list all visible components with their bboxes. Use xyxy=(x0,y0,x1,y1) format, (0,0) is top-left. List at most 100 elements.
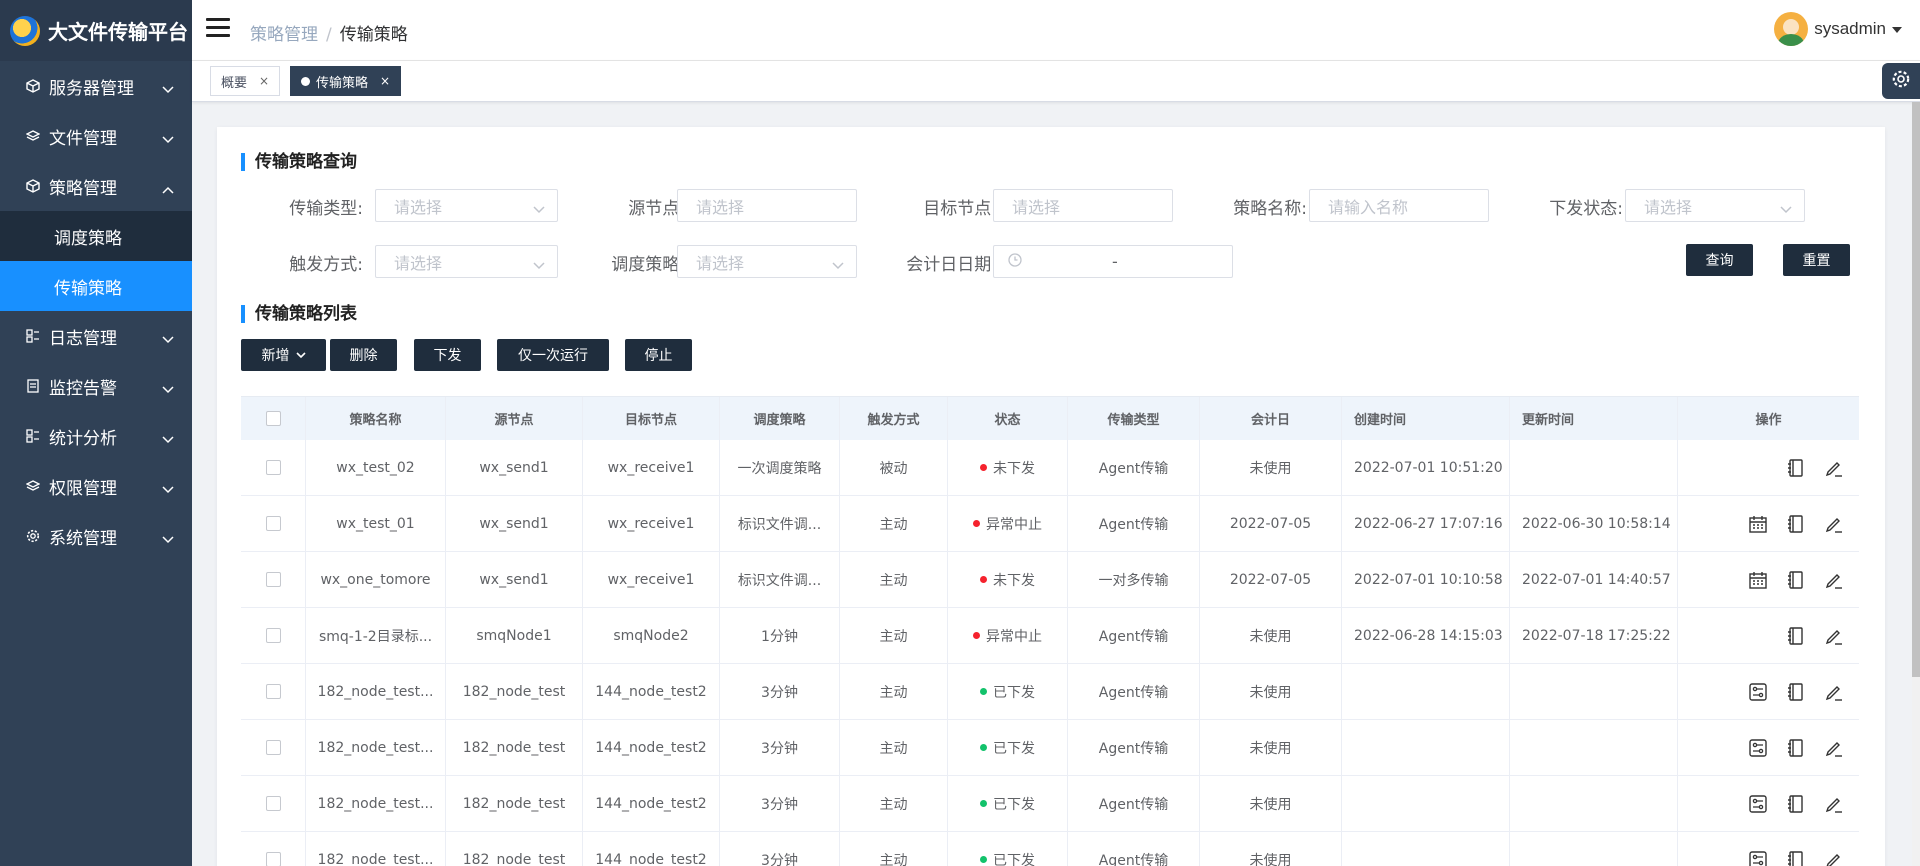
sidebar-item-monitor[interactable]: 监控告警 xyxy=(0,361,192,411)
trigger-mode-select[interactable]: 请选择 xyxy=(375,245,558,278)
table-row[interactable]: 182_node_test... 182_node_test 144_node_te… xyxy=(241,720,1859,776)
edit-icon[interactable] xyxy=(1823,681,1845,703)
dispatch-button[interactable]: 下发 xyxy=(414,339,481,371)
column-header[interactable]: 状态 xyxy=(948,397,1068,440)
breadcrumb-item[interactable]: 策略管理 xyxy=(250,25,318,45)
sidebar-item-label: 权限管理 xyxy=(49,478,117,499)
select-all-checkbox[interactable] xyxy=(265,411,281,426)
run-once-button[interactable]: 仅一次运行 xyxy=(497,339,609,371)
row-checkbox[interactable] xyxy=(265,460,281,475)
avatar[interactable] xyxy=(1774,12,1809,46)
row-checkbox[interactable] xyxy=(265,572,281,587)
row-checkbox[interactable] xyxy=(265,796,281,811)
status-cell: 异常中止 xyxy=(948,608,1068,663)
user-menu[interactable]: sysadmin xyxy=(1774,12,1902,46)
row-checkbox[interactable] xyxy=(265,684,281,699)
accounting-date-label: 会计日日期: xyxy=(906,255,997,275)
log-book-icon[interactable] xyxy=(1785,681,1807,703)
cell-name: smq-1-2目录标... xyxy=(306,608,446,663)
table-row[interactable]: wx_one_tomore wx_send1 wx_receive1 标识文件调...… xyxy=(241,552,1859,608)
cell-acc-date: 未使用 xyxy=(1200,776,1342,831)
edit-icon[interactable] xyxy=(1823,849,1845,866)
log-book-icon[interactable] xyxy=(1785,793,1807,815)
actions-cell xyxy=(1678,776,1859,831)
sidebar-item-system[interactable]: 系统管理 xyxy=(0,511,192,561)
sidebar-item-policy[interactable]: 策略管理 xyxy=(0,161,192,211)
edit-icon[interactable] xyxy=(1823,793,1845,815)
schedule-policy-select[interactable]: 请选择 xyxy=(677,245,857,278)
sidebar-item-file[interactable]: 文件管理 xyxy=(0,111,192,161)
breadcrumb: 策略管理 / 传输策略 xyxy=(250,25,408,45)
caret-down-icon[interactable] xyxy=(1892,21,1902,38)
username[interactable]: sysadmin xyxy=(1814,19,1886,39)
edit-icon[interactable] xyxy=(1823,737,1845,759)
transfer-type-select[interactable]: 请选择 xyxy=(375,189,558,222)
table-row[interactable]: wx_test_01 wx_send1 wx_receive1 标识文件调... 主动 异… xyxy=(241,496,1859,552)
policy-name-input[interactable]: 请输入名称 xyxy=(1309,189,1489,222)
table-row[interactable]: 182_node_test... 182_node_test 144_node_te… xyxy=(241,832,1859,866)
table-row[interactable]: smq-1-2目录标... smqNode1 smqNode2 1分钟 主动 异常中止 Ag… xyxy=(241,608,1859,664)
column-header[interactable]: 更新时间 xyxy=(1510,397,1678,440)
row-checkbox[interactable] xyxy=(265,852,281,866)
sidebar-item-schedule-policy[interactable]: 调度策略 xyxy=(0,211,192,261)
table-row[interactable]: 182_node_test... 182_node_test 144_node_te… xyxy=(241,776,1859,832)
close-icon[interactable]: × xyxy=(259,74,269,88)
monitor-settings-icon[interactable] xyxy=(1747,849,1769,866)
column-header[interactable]: 传输类型 xyxy=(1068,397,1200,440)
log-book-icon[interactable] xyxy=(1785,457,1807,479)
sidebar-item-stats[interactable]: 统计分析 xyxy=(0,411,192,461)
log-book-icon[interactable] xyxy=(1785,625,1807,647)
delete-button[interactable]: 删除 xyxy=(330,339,397,371)
status-text: 已下发 xyxy=(993,740,1035,757)
edit-icon[interactable] xyxy=(1823,457,1845,479)
target-node-input[interactable]: 请选择 xyxy=(993,189,1173,222)
column-header[interactable]: 策略名称 xyxy=(306,397,446,440)
accounting-date-range[interactable]: - xyxy=(993,245,1233,278)
log-book-icon[interactable] xyxy=(1785,513,1807,535)
search-button[interactable]: 查询 xyxy=(1686,244,1753,276)
tag-overview[interactable]: 概要 × xyxy=(210,66,281,96)
table-row[interactable]: wx_test_02 wx_send1 wx_receive1 一次调度策略 被动 未下发… xyxy=(241,440,1859,496)
row-checkbox[interactable] xyxy=(265,740,281,755)
column-header[interactable]: 调度策略 xyxy=(720,397,840,440)
column-header[interactable]: 会计日 xyxy=(1200,397,1342,440)
monitor-settings-icon[interactable] xyxy=(1747,793,1769,815)
log-book-icon[interactable] xyxy=(1785,849,1807,866)
edit-icon[interactable] xyxy=(1823,513,1845,535)
monitor-settings-icon[interactable] xyxy=(1747,681,1769,703)
page-scrollbar-thumb[interactable] xyxy=(1912,102,1920,677)
source-node-input[interactable]: 请选择 xyxy=(677,189,857,222)
close-icon[interactable]: × xyxy=(380,74,390,88)
sidebar-item-permission[interactable]: 权限管理 xyxy=(0,461,192,511)
row-checkbox[interactable] xyxy=(265,516,281,531)
chevron-down-icon xyxy=(162,379,174,399)
sidebar-item-transfer-policy[interactable]: 传输策略 xyxy=(0,261,192,311)
row-checkbox[interactable] xyxy=(265,628,281,643)
column-header[interactable]: 创建时间 xyxy=(1342,397,1510,440)
calendar-icon[interactable] xyxy=(1747,569,1769,591)
monitor-settings-icon[interactable] xyxy=(1747,737,1769,759)
edit-icon[interactable] xyxy=(1823,569,1845,591)
column-header[interactable]: 目标节点 xyxy=(583,397,720,440)
cell-created xyxy=(1342,720,1510,775)
stop-button[interactable]: 停止 xyxy=(625,339,692,371)
calendar-icon[interactable] xyxy=(1747,513,1769,535)
sidebar-item-log[interactable]: 日志管理 xyxy=(0,311,192,361)
column-header[interactable]: 触发方式 xyxy=(840,397,948,440)
tag-transfer-policy[interactable]: 传输策略 × xyxy=(290,66,402,96)
status-cell: 已下发 xyxy=(948,776,1068,831)
column-header[interactable]: 源节点 xyxy=(446,397,583,440)
table-row[interactable]: 182_node_test... 182_node_test 144_node_te… xyxy=(241,664,1859,720)
add-button[interactable]: 新增 xyxy=(241,339,326,371)
row-select-cell xyxy=(241,496,306,551)
reset-button[interactable]: 重置 xyxy=(1783,244,1850,276)
hamburger-icon[interactable] xyxy=(206,18,230,38)
settings-button[interactable] xyxy=(1882,63,1920,99)
log-book-icon[interactable] xyxy=(1785,569,1807,591)
cell-acc-date: 未使用 xyxy=(1200,440,1342,495)
status-dot-icon xyxy=(980,688,987,695)
sidebar-item-server[interactable]: 服务器管理 xyxy=(0,61,192,111)
dispatch-status-select[interactable]: 请选择 xyxy=(1625,189,1805,222)
log-book-icon[interactable] xyxy=(1785,737,1807,759)
edit-icon[interactable] xyxy=(1823,625,1845,647)
